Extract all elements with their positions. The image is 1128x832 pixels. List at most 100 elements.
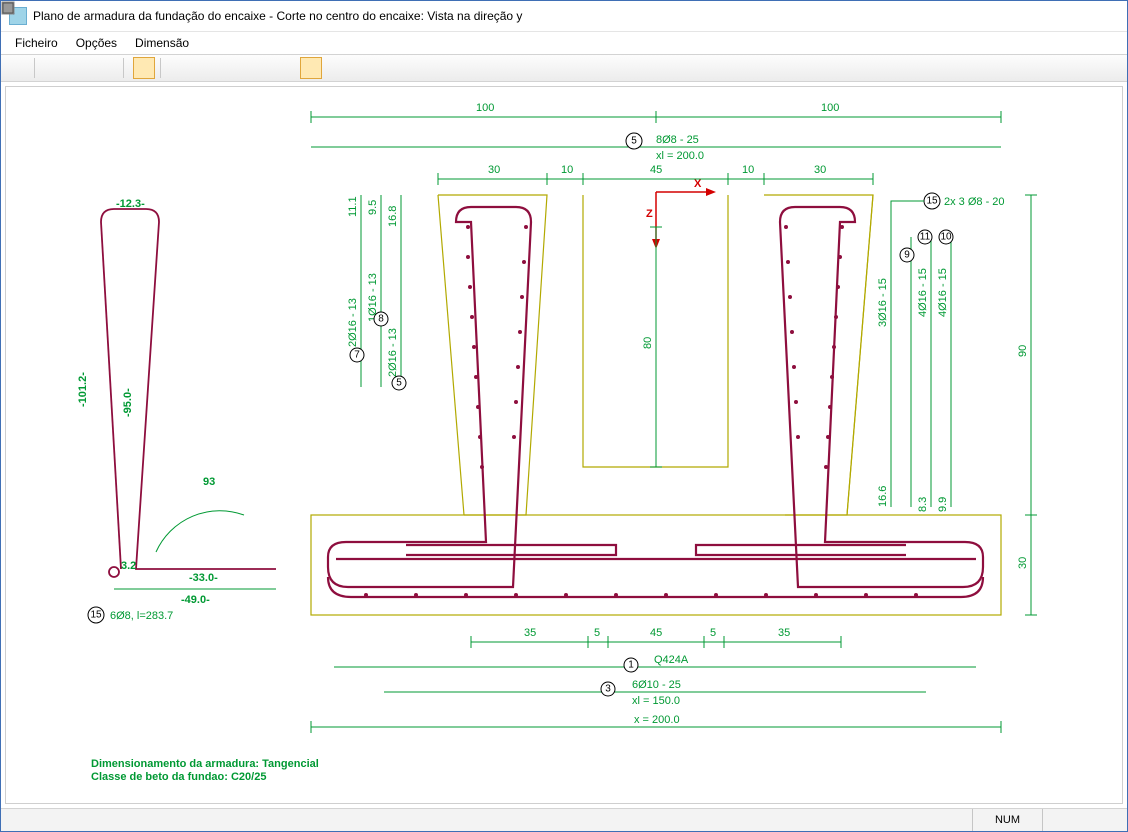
ld-33: -33.0- xyxy=(189,572,218,584)
section6-icon[interactable] xyxy=(300,57,322,79)
ld-spec: 6Ø8, l=283.7 xyxy=(110,610,173,622)
lbl-6d10: 6Ø10 - 25 xyxy=(632,679,681,691)
menu-options[interactable]: Opções xyxy=(68,34,125,52)
dim-b5b: 5 xyxy=(710,627,716,639)
maximize-button[interactable] xyxy=(1035,1,1081,31)
menu-dim[interactable]: Dimensão xyxy=(127,34,197,52)
status-num: NUM xyxy=(972,809,1042,831)
ld-49: -49.0- xyxy=(181,594,210,606)
svg-text:3: 3 xyxy=(605,684,611,695)
section3-icon[interactable] xyxy=(222,57,244,79)
footer-line1: Dimensionamento da armadura: Tangencial xyxy=(91,758,319,770)
drawing-svg: 100 100 8Ø8 - 25 xl = 200.0 30 10 45 10 … xyxy=(6,87,1122,804)
svg-text:15: 15 xyxy=(90,610,102,621)
dim-b35b: 35 xyxy=(778,627,790,639)
dim-4d16a: 4Ø16 - 15 xyxy=(917,268,929,317)
dim-b35: 35 xyxy=(524,627,536,639)
dim-3d16: 3Ø16 - 15 xyxy=(877,278,889,327)
dim-10: 10 xyxy=(561,164,573,176)
dim-45: 45 xyxy=(650,164,662,176)
print-icon[interactable] xyxy=(7,57,29,79)
ld-top: -12.3- xyxy=(116,198,145,210)
dim-2d16a: 2Ø16 - 13 xyxy=(347,298,359,347)
dim-9-9: 9.9 xyxy=(937,497,949,512)
dim-b45: 45 xyxy=(650,627,662,639)
section1-icon[interactable] xyxy=(170,57,192,79)
svg-text:10: 10 xyxy=(940,232,952,243)
dim-16-8: 16.8 xyxy=(387,206,399,227)
svg-text:Z: Z xyxy=(646,208,653,220)
dim-2d16b: 2Ø16 - 13 xyxy=(387,328,399,377)
svg-text:9: 9 xyxy=(904,250,910,261)
section4-icon[interactable] xyxy=(248,57,270,79)
drawing-canvas[interactable]: 100 100 8Ø8 - 25 xl = 200.0 30 10 45 10 … xyxy=(5,86,1123,804)
zoom-cancel-icon[interactable] xyxy=(70,57,92,79)
tag-10: 10 xyxy=(939,230,953,244)
tag-5: 5 xyxy=(626,133,642,149)
dim-9-5: 9.5 xyxy=(367,200,379,215)
grid-icon[interactable] xyxy=(96,57,118,79)
dim-10b: 10 xyxy=(742,164,754,176)
app-window: Plano de armadura da fundação do encaixe… xyxy=(0,0,1128,832)
dim-30b: 30 xyxy=(814,164,826,176)
status-empty xyxy=(1042,809,1117,831)
close-button[interactable] xyxy=(1081,1,1127,31)
ld-ang: 93 xyxy=(203,476,215,488)
view-axes-icon[interactable] xyxy=(133,57,155,79)
dim-100-r: 100 xyxy=(821,102,839,114)
zoom-icon[interactable] xyxy=(44,57,66,79)
minimize-button[interactable] xyxy=(989,1,1035,31)
menu-file[interactable]: Ficheiro xyxy=(7,34,66,52)
window-title: Plano de armadura da fundação do encaixe… xyxy=(33,9,989,23)
svg-text:X: X xyxy=(694,178,702,190)
toolbar-sep xyxy=(34,58,39,78)
lbl-xl150: xl = 150.0 xyxy=(632,695,680,707)
status-bar: NUM xyxy=(1,808,1127,831)
section5-icon[interactable] xyxy=(274,57,296,79)
toolbar xyxy=(1,55,1127,82)
dim-b5: 5 xyxy=(594,627,600,639)
dim-100-l: 100 xyxy=(476,102,494,114)
tag-11: 11 xyxy=(918,230,932,244)
footer-line2: Classe de beto da fundao: C20/25 xyxy=(91,771,266,783)
svg-text:15: 15 xyxy=(926,196,938,207)
axis-x: X xyxy=(656,178,716,196)
dim-8-3: 8.3 xyxy=(917,497,929,512)
ld-3-2: 3.2 xyxy=(121,560,136,572)
axis-z: Z xyxy=(646,192,660,249)
svg-text:7: 7 xyxy=(354,350,360,361)
dim-30v: 30 xyxy=(1017,557,1029,569)
svg-text:11: 11 xyxy=(920,232,931,243)
svg-text:5: 5 xyxy=(396,378,402,389)
section2-icon[interactable] xyxy=(196,57,218,79)
dim-90: 90 xyxy=(1017,345,1029,357)
dim-4d16b: 4Ø16 - 15 xyxy=(937,268,949,317)
ld-95: -95.0- xyxy=(122,388,134,417)
lbl-x200: x = 200.0 xyxy=(634,714,680,726)
toolbar-sep xyxy=(123,58,128,78)
svg-text:1: 1 xyxy=(628,660,634,671)
tag-8: 8 xyxy=(374,312,388,326)
lbl-xl200: xl = 200.0 xyxy=(656,150,704,162)
tag-15: 15 xyxy=(924,193,940,209)
dim-30: 30 xyxy=(488,164,500,176)
tag-9: 9 xyxy=(900,248,914,262)
tag-5: 5 xyxy=(392,376,406,390)
svg-text:8: 8 xyxy=(378,314,384,325)
ld-101: -101.2- xyxy=(77,372,89,407)
tag-15-left: 15 xyxy=(88,607,104,623)
tag-3: 3 xyxy=(601,682,615,696)
left-detail: -12.3- -101.2- -95.0- 93 3.2 -33.0- -49.… xyxy=(77,198,276,623)
svg-text:5: 5 xyxy=(631,136,637,147)
lbl-q424a: Q424A xyxy=(654,654,689,666)
tag-1: 1 xyxy=(624,658,638,672)
dim-16-6: 16.6 xyxy=(877,486,889,507)
title-bar: Plano de armadura da fundação do encaixe… xyxy=(1,1,1127,32)
lbl-8d8-25: 8Ø8 - 25 xyxy=(656,134,699,146)
lbl-2x3d8: 2x 3 Ø8 - 20 xyxy=(944,196,1005,208)
section7-icon[interactable] xyxy=(326,57,348,79)
menu-bar: Ficheiro Opções Dimensão xyxy=(1,32,1127,55)
tag-7: 7 xyxy=(350,348,364,362)
dim-11-1: 11.1 xyxy=(347,196,359,217)
toolbar-sep xyxy=(160,58,165,78)
